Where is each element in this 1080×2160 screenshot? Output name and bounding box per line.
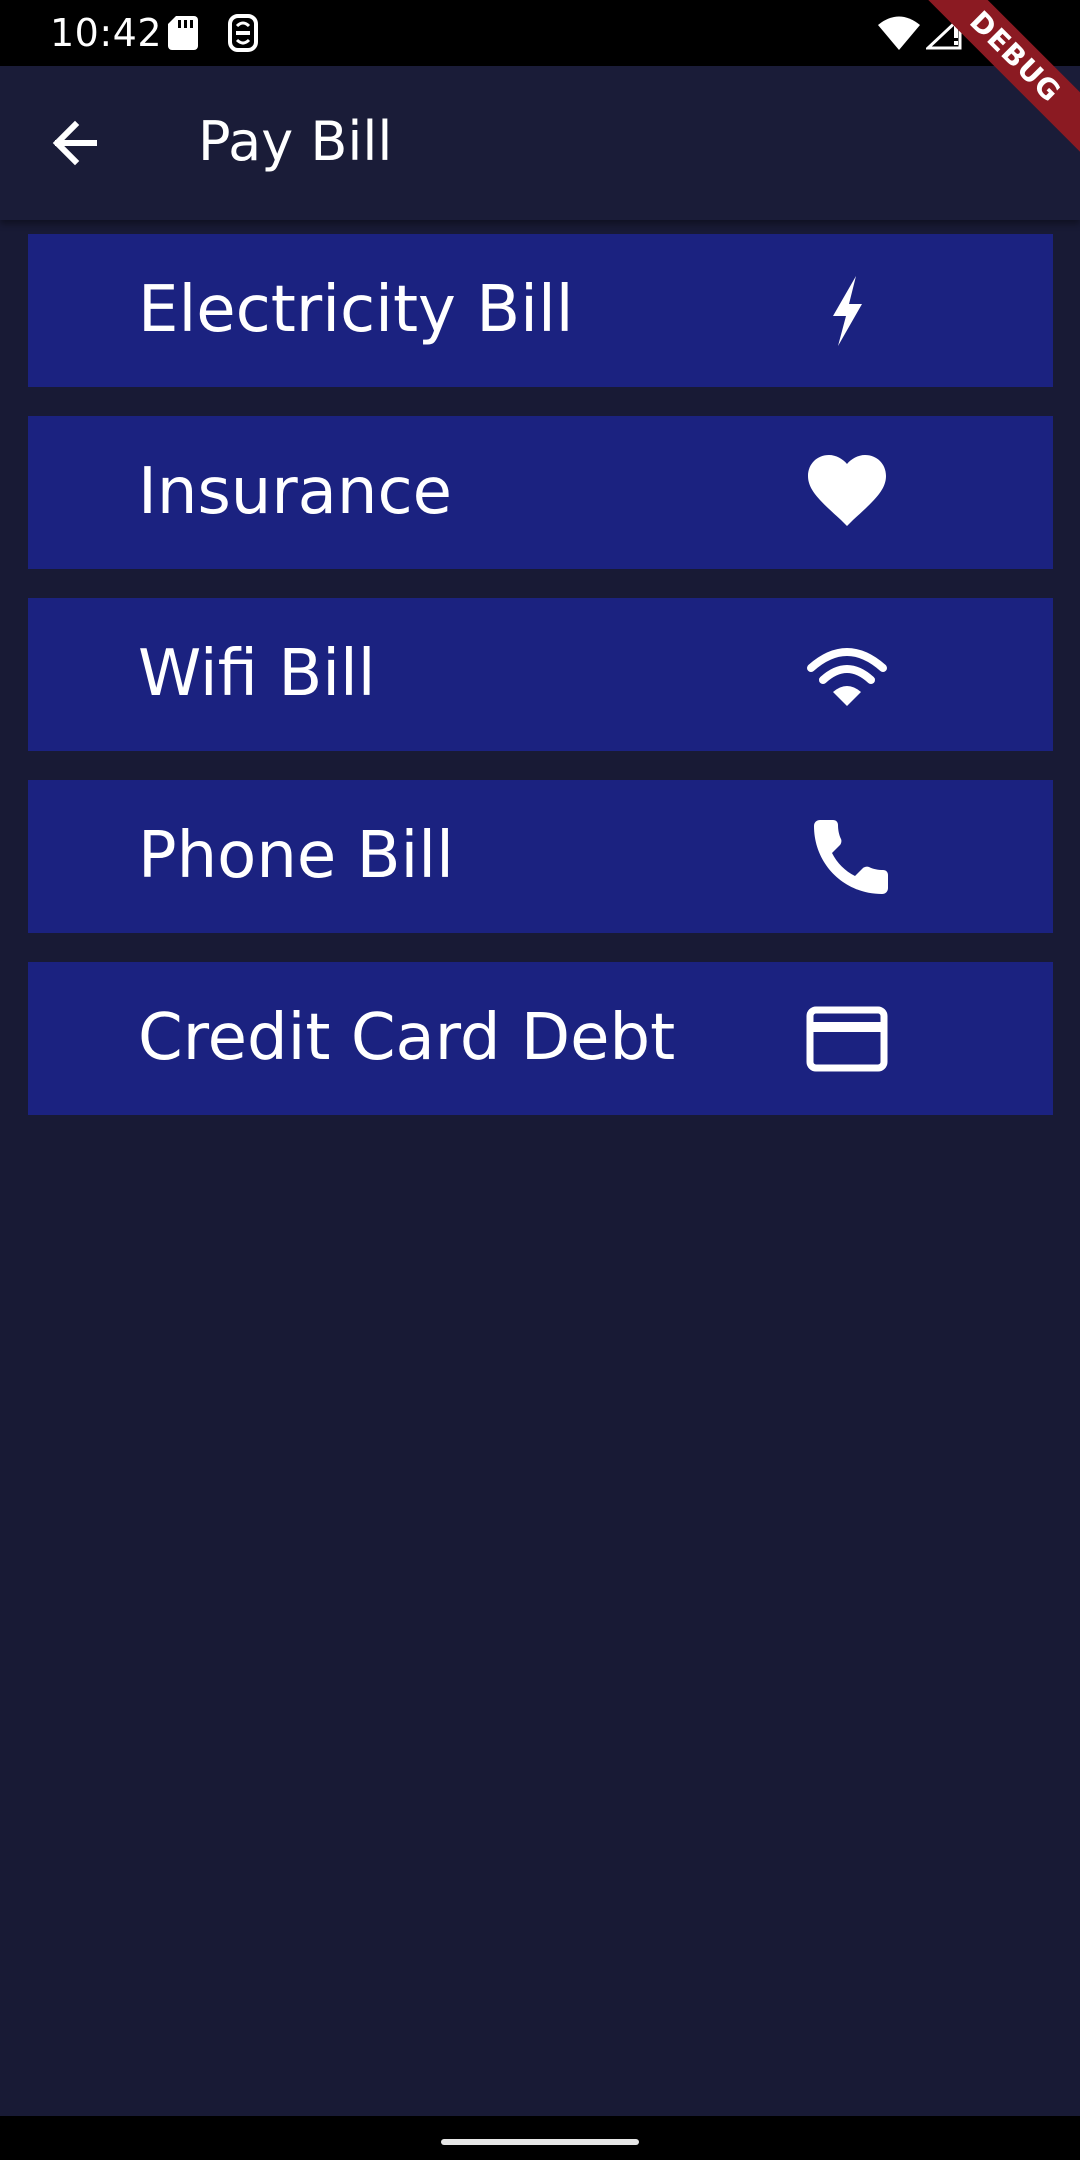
phone-icon [806,816,888,898]
bill-label: Phone Bill [138,819,454,893]
sd-card-icon [168,16,198,54]
navigation-bar [0,2116,1080,2160]
page-title: Pay Bill [198,110,393,173]
bill-label: Insurance [138,455,452,529]
arrow-back-icon [52,120,97,166]
bill-label: Electricity Bill [138,273,574,347]
bill-item-phone[interactable]: Phone Bill [28,780,1053,933]
wifi-icon [806,634,888,716]
cast-icon [228,14,258,56]
credit-card-icon [806,998,888,1080]
wifi-icon [878,16,920,54]
bill-label: Wifi Bill [138,637,376,711]
bill-item-credit-card[interactable]: Credit Card Debt [28,962,1053,1115]
heart-icon [806,452,888,534]
status-bar: 10:42 [0,0,1080,66]
bill-item-insurance[interactable]: Insurance [28,416,1053,569]
bill-item-electricity[interactable]: Electricity Bill [28,234,1053,387]
home-indicator[interactable] [441,2139,639,2145]
bolt-icon [806,270,888,352]
bill-label: Credit Card Debt [138,1001,676,1075]
status-time: 10:42 [50,11,163,55]
bill-list: Electricity Bill Insurance Wifi Bill Pho… [28,234,1053,1144]
bill-item-wifi[interactable]: Wifi Bill [28,598,1053,751]
app-bar [0,66,1080,220]
back-button[interactable] [44,110,110,176]
pay-bill-screen: 10:42 DEBUG Pay Bill Electricity Bill In… [0,0,1080,2160]
